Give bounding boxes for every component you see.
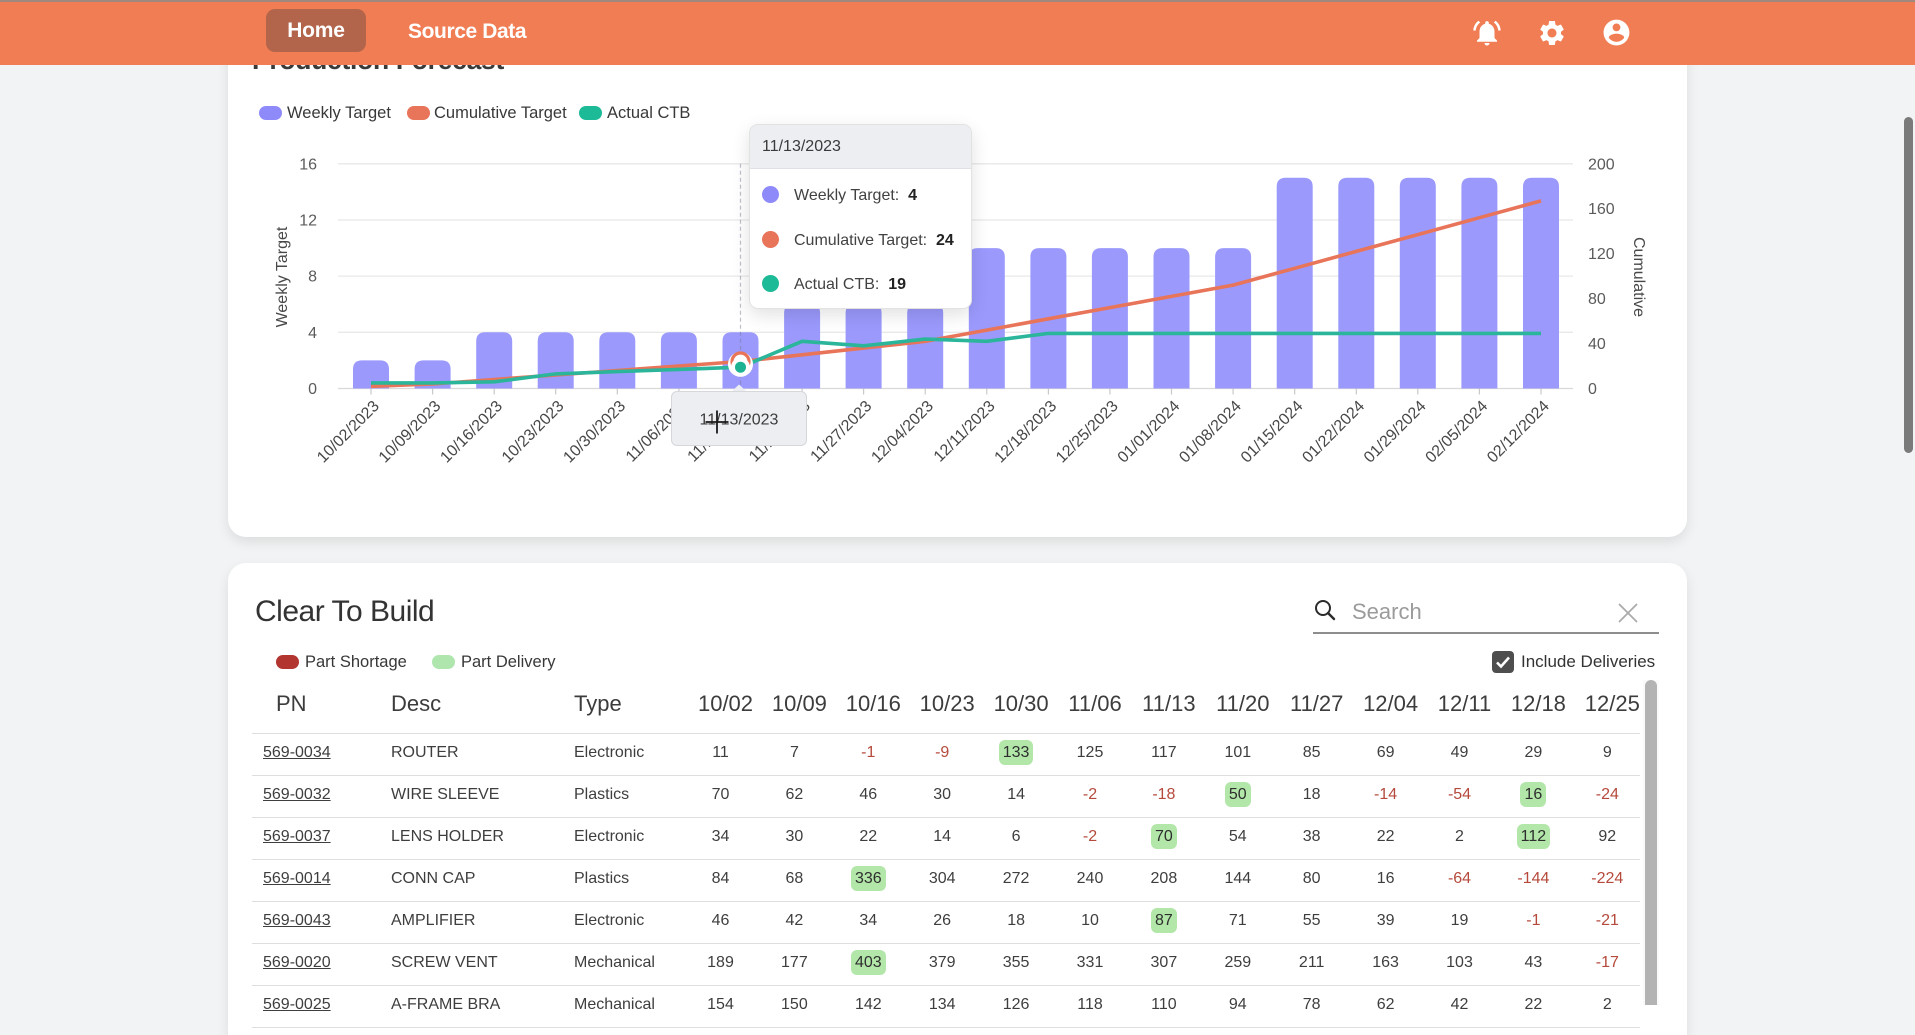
svg-text:12/25/2023: 12/25/2023	[1053, 398, 1122, 467]
svg-text:01/22/2024: 01/22/2024	[1299, 398, 1368, 467]
svg-text:10/16/2023: 10/16/2023	[437, 398, 506, 467]
svg-text:01/15/2024: 01/15/2024	[1238, 398, 1307, 467]
svg-text:0: 0	[308, 381, 317, 398]
svg-text:120: 120	[1588, 246, 1615, 263]
svg-text:80: 80	[1588, 291, 1606, 308]
svg-text:01/08/2024: 01/08/2024	[1176, 398, 1245, 467]
svg-text:12: 12	[299, 213, 317, 230]
svg-text:16: 16	[299, 156, 317, 173]
svg-text:Cumulative: Cumulative	[1630, 237, 1647, 317]
svg-text:10/23/2023: 10/23/2023	[499, 398, 568, 467]
svg-text:Weekly Target: Weekly Target	[274, 226, 291, 327]
svg-text:12/04/2023: 12/04/2023	[868, 398, 937, 467]
svg-text:200: 200	[1588, 156, 1615, 173]
svg-text:160: 160	[1588, 201, 1615, 218]
svg-text:10/09/2023: 10/09/2023	[376, 398, 445, 467]
svg-text:12/11/2023: 12/11/2023	[931, 398, 999, 466]
svg-text:10/02/2023: 10/02/2023	[314, 398, 383, 467]
svg-text:8: 8	[308, 269, 317, 286]
svg-text:02/05/2024: 02/05/2024	[1423, 398, 1492, 467]
svg-text:4: 4	[308, 325, 317, 342]
svg-text:01/01/2024: 01/01/2024	[1115, 398, 1184, 467]
svg-text:12/18/2023: 12/18/2023	[992, 398, 1061, 467]
svg-text:01/29/2024: 01/29/2024	[1361, 398, 1430, 467]
svg-text:40: 40	[1588, 336, 1606, 353]
svg-text:02/12/2024: 02/12/2024	[1484, 398, 1553, 467]
svg-text:10/30/2023: 10/30/2023	[560, 398, 629, 467]
svg-text:0: 0	[1588, 381, 1597, 398]
svg-text:11/27/2023: 11/27/2023	[808, 398, 876, 466]
svg-text:11/13/2023: 11/13/2023	[700, 412, 779, 429]
